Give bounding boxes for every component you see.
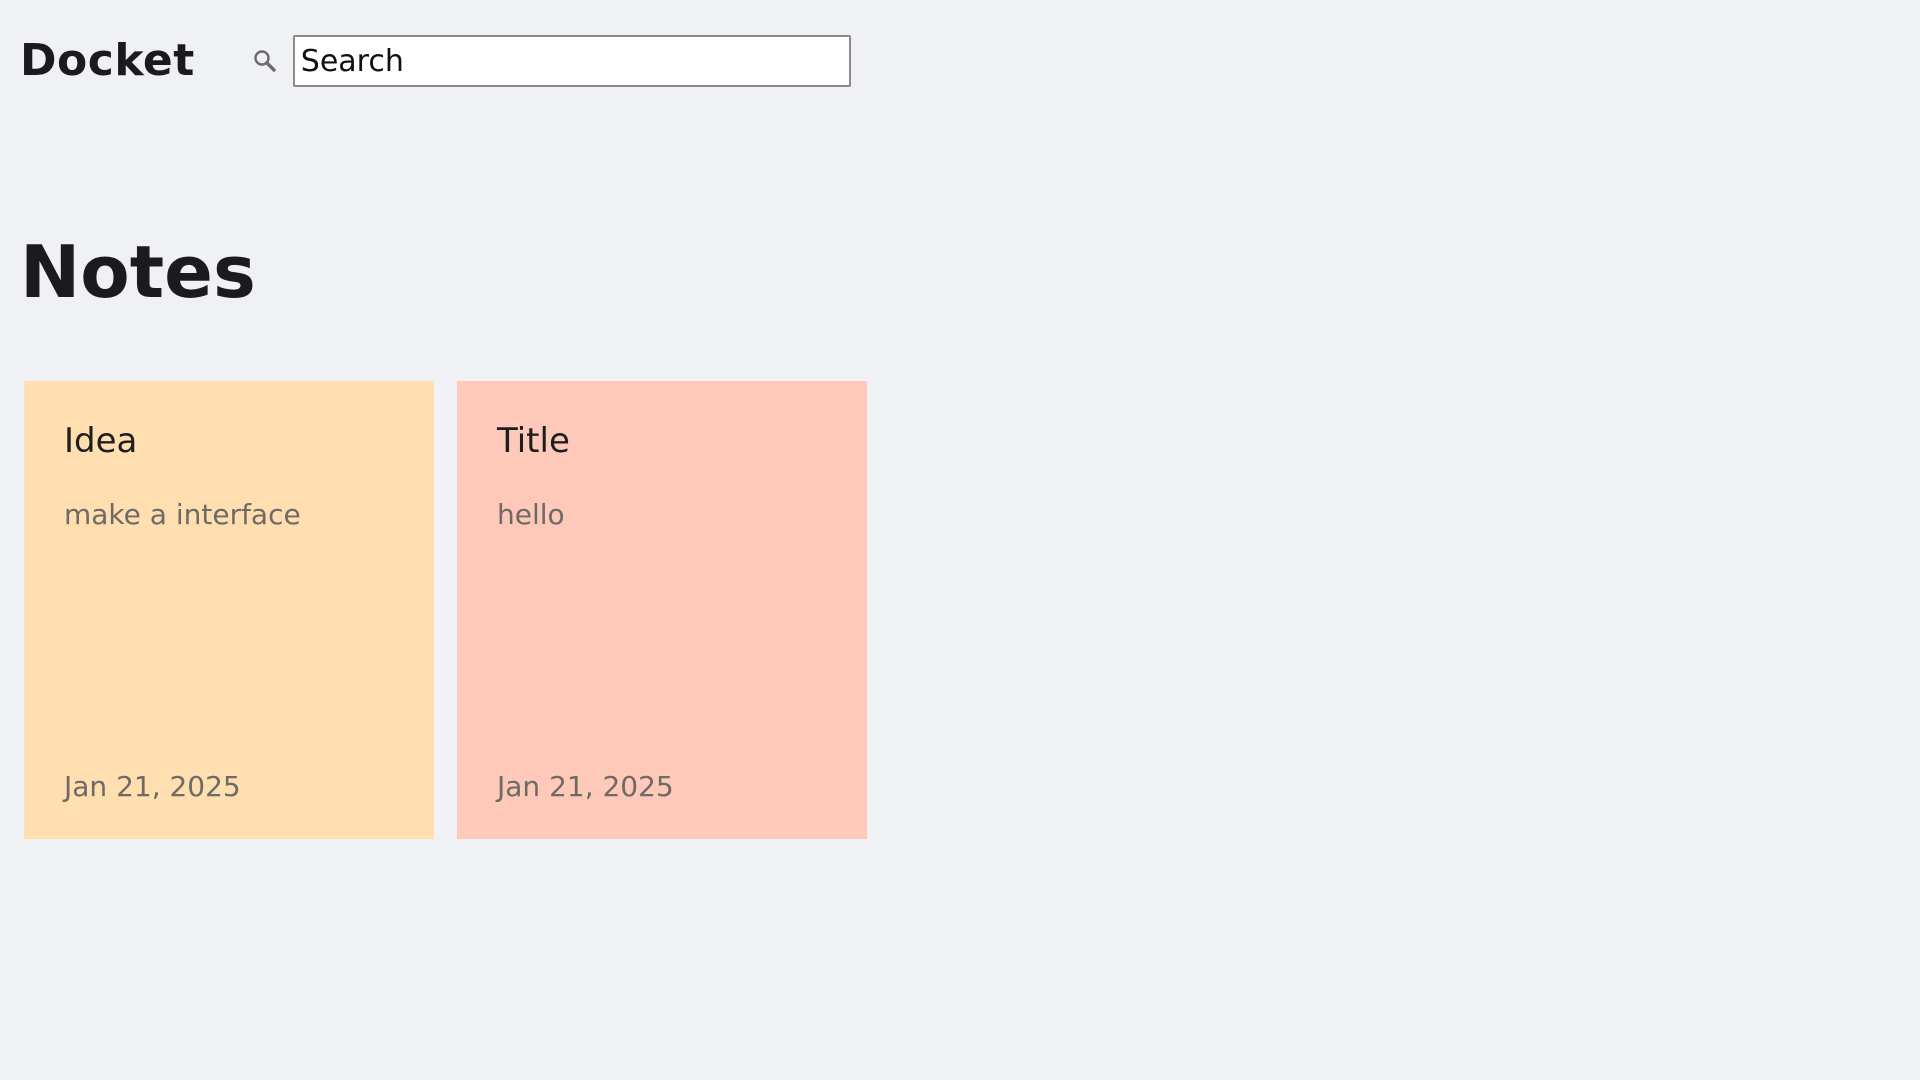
note-body: hello xyxy=(497,497,565,531)
note-title: Idea xyxy=(64,421,138,461)
search-icon xyxy=(251,47,279,75)
note-card[interactable]: Idea make a interface Jan 21, 2025 xyxy=(24,381,434,839)
note-date: Jan 21, 2025 xyxy=(64,770,241,803)
page-title: Notes xyxy=(20,230,256,314)
top-bar: Docket xyxy=(20,30,851,92)
note-card[interactable]: Title hello Jan 21, 2025 xyxy=(457,381,867,839)
note-date: Jan 21, 2025 xyxy=(497,770,674,803)
app-root: Docket Notes Idea make a interface Jan 2… xyxy=(0,0,1920,1080)
search-input[interactable] xyxy=(292,35,851,87)
search-bar xyxy=(251,35,851,87)
note-body: make a interface xyxy=(64,497,301,531)
app-brand: Docket xyxy=(20,35,195,86)
notes-grid: Idea make a interface Jan 21, 2025 Title… xyxy=(24,381,867,839)
note-title: Title xyxy=(497,421,570,461)
